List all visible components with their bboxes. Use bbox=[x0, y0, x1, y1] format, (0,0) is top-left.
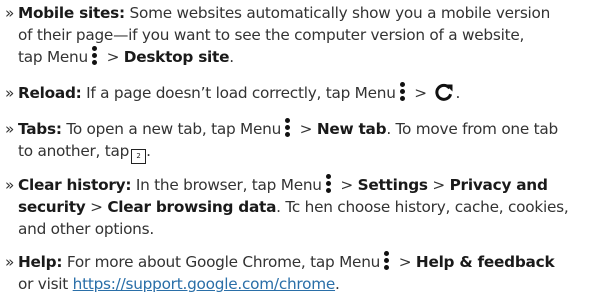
settings-label: Settings bbox=[357, 176, 428, 194]
security-label: security bbox=[18, 198, 86, 216]
three-dot-menu-icon bbox=[325, 174, 332, 193]
three-dot-menu-icon bbox=[91, 46, 98, 65]
help-document: » Mobile sites: Some websites automatical… bbox=[0, 0, 614, 295]
three-dot-menu-icon bbox=[285, 118, 291, 137]
help-feedback-label: Help & feedback bbox=[415, 253, 555, 271]
three-dot-menu-icon bbox=[384, 251, 390, 270]
tip-heading: Clear history: bbox=[18, 176, 132, 194]
tip-clear-history: » Clear history: In the browser, tap Menu… bbox=[5, 174, 569, 238]
tip-heading: Reload: bbox=[18, 84, 82, 102]
privacy-label: Privacy and bbox=[449, 176, 548, 194]
tip-mobile-sites: » Mobile sites: Some websites automatical… bbox=[5, 4, 551, 66]
desktop-site-label: Desktop site bbox=[123, 48, 230, 66]
tip-heading: Tabs: bbox=[18, 120, 62, 138]
tip-reload: » Reload: If a page doesn’t load correctl… bbox=[5, 82, 461, 102]
three-dot-menu-icon bbox=[399, 82, 406, 101]
new-tab-label: New tab bbox=[316, 120, 387, 138]
bullet: » bbox=[5, 4, 15, 22]
tip-heading: Help: bbox=[18, 253, 63, 271]
bullet: » bbox=[5, 84, 15, 102]
tip-help: » Help: For more about Google Chrome, tap… bbox=[5, 251, 555, 293]
tab-count-icon: 2 bbox=[131, 149, 147, 164]
clear-browsing-data-label: Clear browsing data bbox=[107, 198, 277, 216]
bullet: » bbox=[5, 176, 15, 194]
reload-icon bbox=[435, 83, 453, 101]
tip-heading: Mobile sites: bbox=[18, 4, 125, 22]
tip-tabs: » Tabs: To open a new tab, tap Menu > New… bbox=[5, 118, 610, 164]
chrome-support-link[interactable]: https://support.google.com/chrome bbox=[73, 275, 336, 293]
bullet: » bbox=[5, 120, 15, 138]
bullet: » bbox=[5, 253, 15, 271]
